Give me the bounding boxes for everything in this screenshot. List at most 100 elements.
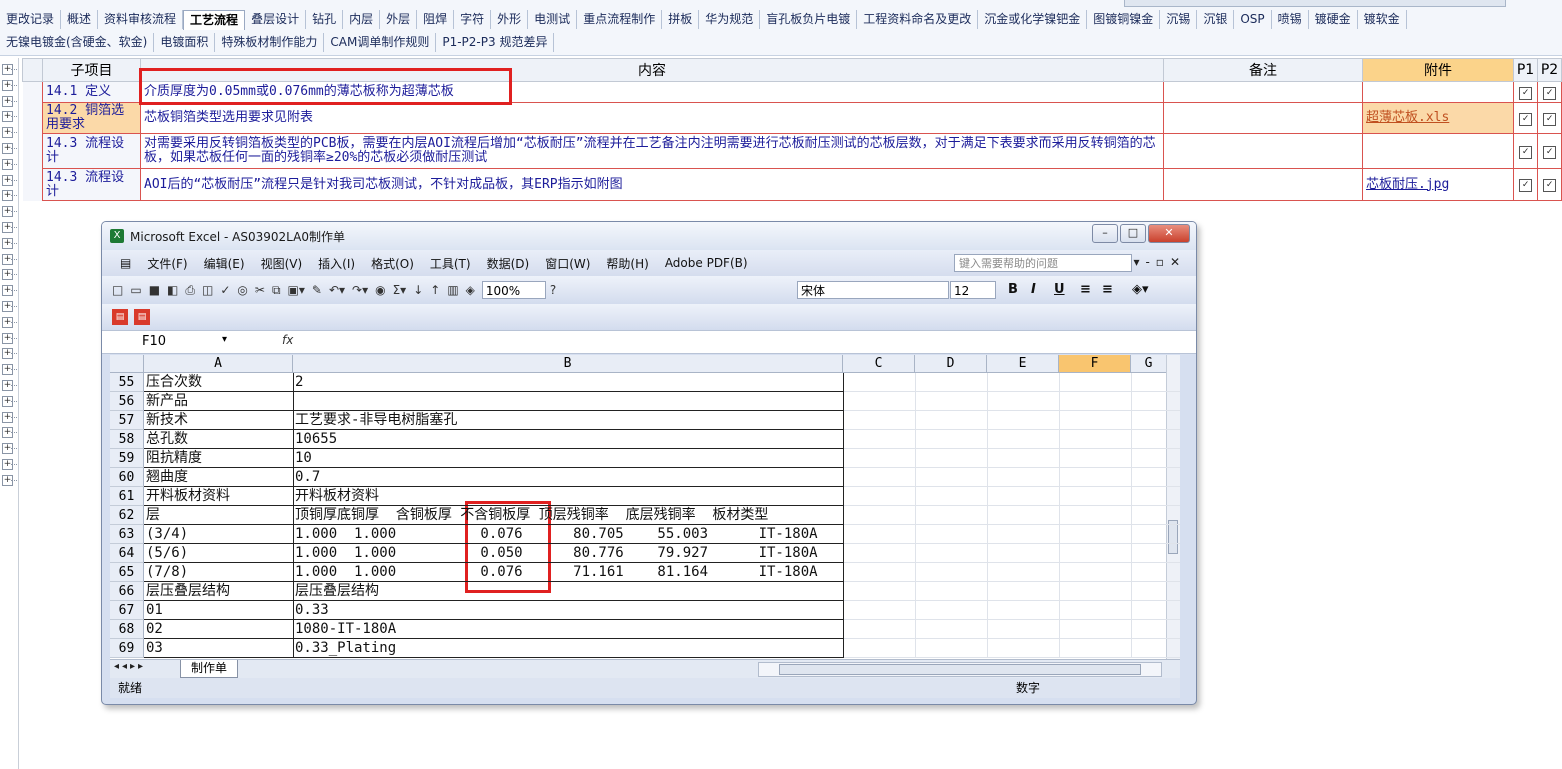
cell-b[interactable]: 顶铜厚底铜厚 含铜板厚 不含铜板厚 顶层残铜率 底层残铜率 板材类型 [293,506,768,525]
row-remark[interactable] [1163,81,1363,103]
cell-a[interactable]: 压合次数 [144,373,293,392]
row-content[interactable]: 对需要采用反转铜箔板类型的PCB板，需要在内层AOI流程后增加“芯板耐压”流程并… [140,133,1164,169]
minimize-button[interactable]: – [1092,224,1118,243]
row-header[interactable]: 60 [110,468,144,487]
bold-button[interactable]: B [1008,282,1018,297]
cell-b[interactable]: 层压叠层结构 [293,582,379,601]
cell-b[interactable]: 1.000 1.000 0.050 80.776 79.927 IT-180A [293,544,818,563]
menu-edit[interactable]: 编辑(E) [196,255,253,272]
cell-b[interactable]: 开料板材资料 [293,487,379,506]
tab-row1-1[interactable]: 概述 [61,10,99,29]
row-header[interactable]: 61 [110,487,144,506]
italic-button[interactable]: I [1031,282,1036,297]
zoom-select[interactable]: 100% [481,281,546,299]
row-header[interactable]: 68 [110,620,144,639]
table-row[interactable]: 14.3 流程设计 对需要采用反转铜箔板类型的PCB板，需要在内层AOI流程后增… [22,133,1562,169]
row-header[interactable]: 63 [110,525,144,544]
excel-titlebar[interactable]: X Microsoft Excel - AS03902LA0制作单 – □ ✕ [102,222,1196,250]
cell-a[interactable]: 总孔数 [144,430,293,449]
cell-b[interactable]: 1080-IT-180A [293,620,396,639]
tab-row1-19[interactable]: 沉锡 [1160,10,1198,29]
preview-icon[interactable]: ◫ [202,283,213,297]
col-header-e[interactable]: E [987,355,1059,373]
tab-row1-18[interactable]: 图镀铜镍金 [1087,10,1161,29]
p1-checkbox[interactable]: ✓ [1513,168,1538,201]
cell-a[interactable]: 新技术 [144,411,293,430]
row-content[interactable]: 芯板铜箔类型选用要求见附表 [140,102,1164,134]
tab-row1-14[interactable]: 华为规范 [699,10,761,29]
excel-window[interactable]: X Microsoft Excel - AS03902LA0制作单 – □ ✕ … [101,221,1197,705]
worksheet-grid[interactable]: A B C D E F G 55 压合次数 2 56 新产品 57 新技术 工艺要求-非导电树… [110,355,1180,659]
close-button[interactable]: ✕ [1148,224,1190,243]
table-row[interactable]: 14.2 铜箔选用要求 芯板铜箔类型选用要求见附表 超薄芯板.xls ✓ ✓ [22,102,1562,134]
p1-checkbox[interactable]: ✓ [1513,102,1538,134]
p2-checkbox[interactable]: ✓ [1537,102,1562,134]
cell-a[interactable]: 03 [144,639,293,658]
redo-icon[interactable]: ↷▾ [352,283,368,297]
menu-file[interactable]: 文件(F) [139,255,195,272]
cell-a[interactable]: 阻抗精度 [144,449,293,468]
attachment-link[interactable]: 芯板耐压.jpg [1362,168,1514,201]
row-sub[interactable]: 14.3 流程设计 [42,168,141,201]
cell-b[interactable]: 工艺要求-非导电树脂塞孔 [293,411,457,430]
cell-b[interactable]: 0.33_Plating [293,639,396,658]
menu-tools[interactable]: 工具(T) [422,255,479,272]
row-header[interactable]: 56 [110,392,144,411]
tab-row1-9[interactable]: 字符 [454,10,492,29]
cell-b[interactable]: 0.7 [293,468,320,487]
tab-row2-3[interactable]: CAM调单制作规则 [324,33,437,52]
tab-row2-0[interactable]: 无镍电镀金(含硬金、软金) [0,33,155,52]
tab-row1-8[interactable]: 阻焊 [417,10,455,29]
research-icon[interactable]: ◎ [237,283,247,297]
col-header-d[interactable]: D [915,355,987,373]
menu-window[interactable]: 窗口(W) [537,255,598,272]
row-remark[interactable] [1163,133,1363,169]
cell-b[interactable]: 1.000 1.000 0.076 80.705 55.003 IT-180A [293,525,818,544]
header-p2[interactable]: P2 [1537,58,1562,82]
menu-view[interactable]: 视图(V) [253,255,311,272]
horizontal-scroll-thumb[interactable] [779,664,1141,675]
row-header[interactable]: 62 [110,506,144,525]
tab-row1-0[interactable]: 更改记录 [0,10,62,29]
row-sub[interactable]: 14.3 流程设计 [42,133,141,169]
cell-a[interactable]: 新产品 [144,392,293,411]
tab-row1-6[interactable]: 内层 [343,10,381,29]
fx-icon[interactable]: fx [282,333,293,347]
name-box-dropdown-icon[interactable]: ▾ [222,334,227,345]
p1-checkbox[interactable]: ✓ [1513,133,1538,169]
row-content[interactable]: AOI后的“芯板耐压”流程只是针对我司芯板测试，不针对成品板，其ERP指示如附图 [140,168,1164,201]
chart-icon[interactable]: ▥ [447,283,458,297]
header-sub[interactable]: 子项目 [42,58,141,82]
hyperlink-icon[interactable]: ◉ [375,283,385,297]
doc-window-controls[interactable]: ▾-▫✕ [1133,255,1186,269]
fill-color-icon[interactable]: ◈▾ [1132,282,1149,297]
underline-button[interactable]: U [1054,282,1065,297]
tab-row1-15[interactable]: 盲孔板负片电镀 [760,10,858,29]
name-box[interactable]: F10 [102,332,222,352]
row-remark[interactable] [1163,102,1363,134]
cell-b[interactable]: 10655 [293,430,337,449]
menu-adobe-pdf[interactable]: Adobe PDF(B) [657,256,756,270]
cell-b[interactable]: 2 [293,373,303,392]
row-header[interactable]: 64 [110,544,144,563]
tab-row1-22[interactable]: 喷锡 [1272,10,1309,29]
sort-descending-icon[interactable]: ↑ [430,283,440,297]
tab-row1-2[interactable]: 资料审核流程 [98,10,184,29]
row-header[interactable]: 57 [110,411,144,430]
format-painter-icon[interactable]: ✎ [312,283,322,297]
row-header[interactable]: 66 [110,582,144,601]
tab-row1-13[interactable]: 拼板 [662,10,700,29]
tab-row1-21[interactable]: OSP [1234,10,1272,29]
p2-checkbox[interactable]: ✓ [1537,81,1562,103]
row-header[interactable]: 65 [110,563,144,582]
tab-row1-24[interactable]: 镀软金 [1358,10,1407,29]
row-remark[interactable] [1163,168,1363,201]
print-icon[interactable]: ⎙ [185,283,195,298]
top-search-box[interactable] [1124,0,1506,7]
cell-a[interactable]: 开料板材资料 [144,487,293,506]
row-header[interactable]: 58 [110,430,144,449]
tab-row1-20[interactable]: 沉银 [1197,10,1235,29]
header-remark[interactable]: 备注 [1163,58,1363,82]
tab-row2-1[interactable]: 电镀面积 [154,33,216,52]
menu-insert[interactable]: 插入(I) [310,255,363,272]
